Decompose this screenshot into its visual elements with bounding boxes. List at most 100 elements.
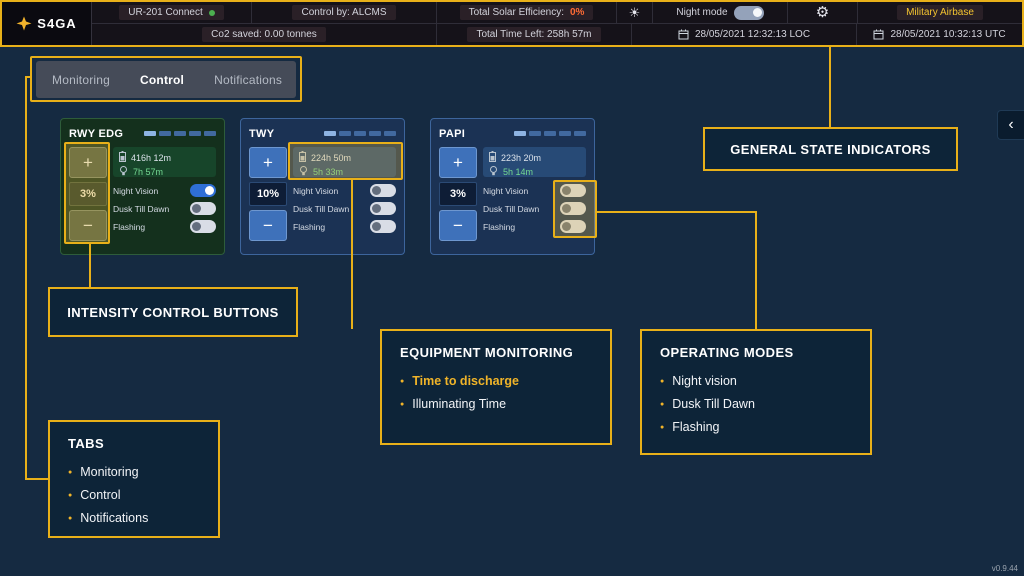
intensity-decrease-button[interactable]: −	[249, 210, 287, 241]
solar-label: Total Solar Efficiency:	[469, 7, 564, 18]
callout-operating-modes: OPERATING MODES Night vision Dusk Till D…	[640, 329, 872, 455]
flashing-label: Flashing	[483, 222, 515, 232]
night-vision-label: Night Vision	[483, 186, 528, 196]
night-vision-label: Night Vision	[113, 186, 158, 196]
utc-time: 28/05/2021 10:32:13 UTC	[890, 29, 1005, 40]
gear-icon[interactable]: ⚙	[816, 5, 829, 20]
callout-title: GENERAL STATE INDICATORS	[730, 142, 931, 157]
dusk-till-dawn-toggle[interactable]	[560, 202, 586, 215]
battery-icon	[489, 151, 496, 164]
callout-title: INTENSITY CONTROL BUTTONS	[67, 305, 279, 320]
callout-items: Time to discharge Illuminating Time	[400, 371, 592, 417]
callout-item: Control	[68, 485, 200, 508]
card-papi: PAPI + 3% − 223h 20m 5h 14m	[430, 118, 595, 255]
time-to-discharge: 416h 12m	[131, 153, 171, 163]
side-panel-toggle-button[interactable]: ‹	[997, 110, 1024, 140]
tab-monitoring[interactable]: Monitoring	[52, 73, 110, 87]
loc-time-cell: 28/05/2021 12:32:13 LOC	[632, 24, 857, 45]
connection-label: UR-201 Connect	[128, 7, 202, 18]
dusk-till-dawn-toggle[interactable]	[370, 202, 396, 215]
callout-intensity-control-buttons: INTENSITY CONTROL BUTTONS	[48, 287, 298, 337]
callout-item: Notifications	[68, 508, 200, 531]
night-vision-toggle[interactable]	[560, 184, 586, 197]
annotation-line-modes-h	[597, 211, 757, 213]
flashing-toggle[interactable]	[560, 220, 586, 233]
screen: S4GA UR-201 Connect Control by: ALCMS To…	[0, 0, 1024, 576]
equipment-monitor-panel: 416h 12m 7h 57m	[113, 147, 216, 177]
local-time: 28/05/2021 12:32:13 LOC	[695, 29, 810, 40]
control-by-cell: Control by: ALCMS	[252, 2, 437, 23]
equipment-monitor-panel: 223h 20m 5h 14m	[483, 147, 586, 177]
calendar-icon	[678, 29, 689, 40]
settings-cell: ⚙	[788, 2, 858, 23]
tab-control[interactable]: Control	[140, 73, 184, 87]
time-to-discharge: 223h 20m	[501, 153, 541, 163]
lamp-icon	[119, 166, 128, 178]
signal-bars-icon	[144, 131, 216, 136]
co2-saved-label: Co2 saved: 0.00 tonnes	[202, 27, 326, 42]
night-vision-label: Night Vision	[293, 186, 338, 196]
callout-items: Night vision Dusk Till Dawn Flashing	[660, 371, 852, 440]
time-left-cell: Total Time Left: 258h 57m	[437, 24, 632, 45]
intensity-decrease-button[interactable]: −	[69, 210, 107, 241]
annotation-line-tabs-b	[25, 76, 27, 480]
annotation-line-general	[829, 47, 831, 127]
callout-item: Monitoring	[68, 462, 200, 485]
callout-general-state-indicators: GENERAL STATE INDICATORS	[703, 127, 958, 171]
night-vision-toggle[interactable]	[190, 184, 216, 197]
callout-items: Monitoring Control Notifications	[68, 462, 200, 531]
tab-notifications[interactable]: Notifications	[214, 73, 282, 87]
chevron-left-icon: ‹	[1008, 116, 1013, 134]
flashing-label: Flashing	[293, 222, 325, 232]
night-mode-label: Night mode	[676, 7, 727, 18]
dusk-till-dawn-label: Dusk Till Dawn	[483, 204, 539, 214]
intensity-value: 3%	[69, 182, 107, 206]
card-rwy-edg: RWY EDG + 3% − 416h 12m 7h 57m	[60, 118, 225, 255]
status-dot	[209, 10, 215, 16]
airbase-name: Military Airbase	[897, 5, 983, 20]
flashing-label: Flashing	[113, 222, 145, 232]
calendar-icon	[873, 29, 884, 40]
signal-bars-icon	[324, 131, 396, 136]
card-twy: TWY + 10% − 224h 50m 5h 33m	[240, 118, 405, 255]
header-cells: UR-201 Connect Control by: ALCMS Total S…	[92, 2, 1022, 45]
tabs-bar: Monitoring Control Notifications	[36, 61, 296, 98]
callout-tabs: TABS Monitoring Control Notifications	[48, 420, 220, 538]
battery-icon	[299, 151, 306, 164]
connection-chip: UR-201 Connect	[119, 5, 223, 20]
illuminating-time: 5h 33m	[313, 167, 343, 177]
intensity-decrease-button[interactable]: −	[439, 210, 477, 241]
s4ga-logo-icon	[16, 16, 32, 31]
callout-item: Flashing	[660, 417, 852, 440]
flashing-toggle[interactable]	[190, 220, 216, 233]
logo-text: S4GA	[37, 16, 76, 31]
connection-status-cell: UR-201 Connect	[92, 2, 252, 23]
solar-chip: Total Solar Efficiency: 0%	[460, 5, 594, 20]
dusk-till-dawn-toggle[interactable]	[190, 202, 216, 215]
night-vision-toggle[interactable]	[370, 184, 396, 197]
lamp-icon	[489, 166, 498, 178]
callout-item: Night vision	[660, 371, 852, 394]
intensity-controls: + 3% −	[439, 147, 477, 241]
annotation-line-modes-v	[755, 211, 757, 329]
total-time-left-label: Total Time Left: 258h 57m	[467, 27, 600, 42]
night-mode-toggle[interactable]	[734, 6, 764, 20]
annotation-line-tabs-c	[25, 478, 48, 480]
intensity-increase-button[interactable]: +	[249, 147, 287, 178]
flashing-toggle[interactable]	[370, 220, 396, 233]
signal-bars-icon	[514, 131, 586, 136]
callout-title: TABS	[68, 436, 200, 451]
battery-icon	[119, 151, 126, 164]
callout-title: OPERATING MODES	[660, 345, 852, 360]
top-status-bar: S4GA UR-201 Connect Control by: ALCMS To…	[0, 0, 1024, 47]
dusk-till-dawn-label: Dusk Till Dawn	[113, 204, 169, 214]
callout-title: EQUIPMENT MONITORING	[400, 345, 592, 360]
callout-equipment-monitoring: EQUIPMENT MONITORING Time to discharge I…	[380, 329, 612, 445]
intensity-increase-button[interactable]: +	[439, 147, 477, 178]
intensity-increase-button[interactable]: +	[69, 147, 107, 178]
sun-icon[interactable]: ☀	[629, 6, 641, 19]
intensity-controls: + 10% −	[249, 147, 287, 241]
dusk-till-dawn-label: Dusk Till Dawn	[293, 204, 349, 214]
night-mode-cell: Night mode	[653, 2, 788, 23]
card-title: TWY	[249, 128, 274, 140]
